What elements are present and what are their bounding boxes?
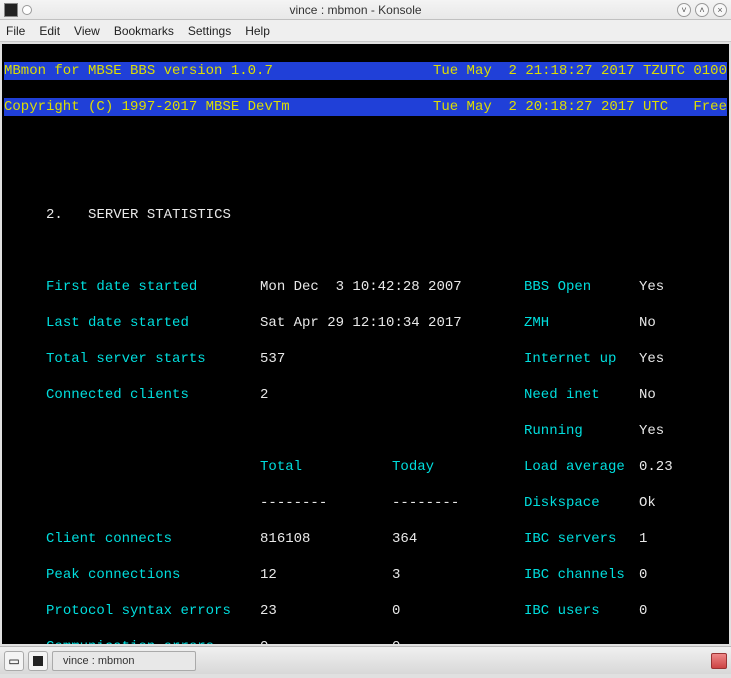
load-average-value: 0.23 bbox=[639, 459, 673, 475]
menu-edit[interactable]: Edit bbox=[39, 24, 60, 38]
total-server-starts-label: Total server starts bbox=[46, 350, 260, 368]
client-connects-label: Client connects bbox=[46, 530, 260, 548]
ibc-users-value: 0 bbox=[639, 603, 647, 619]
titlebar: vince : mbmon - Konsole ˅ ˄ × bbox=[0, 0, 731, 20]
running-value: Yes bbox=[639, 423, 664, 439]
header-app-version: MBmon for MBSE BBS version 1.0.7 bbox=[4, 62, 273, 80]
protocol-syntax-errors-total: 23 bbox=[260, 602, 392, 620]
column-header-today: Today bbox=[392, 459, 434, 475]
peak-connections-label: Peak connections bbox=[46, 566, 260, 584]
taskbar-task[interactable]: vince : mbmon bbox=[52, 651, 196, 671]
ibc-channels-label: IBC channels bbox=[524, 566, 639, 584]
taskbar-terminal-icon[interactable] bbox=[28, 651, 48, 671]
app-icon bbox=[4, 3, 18, 17]
menubar: File Edit View Bookmarks Settings Help bbox=[0, 20, 731, 42]
zmh-value: No bbox=[639, 315, 656, 331]
section-title: SERVER STATISTICS bbox=[88, 207, 231, 223]
first-date-started-value: Mon Dec 3 10:42:28 2007 bbox=[260, 279, 462, 295]
header-clock-utc: Tue May 2 20:18:27 2017 UTC Free bbox=[433, 98, 727, 116]
close-button[interactable]: × bbox=[713, 3, 727, 17]
load-average-label: Load average bbox=[524, 458, 639, 476]
maximize-button[interactable]: ˄ bbox=[695, 3, 709, 17]
running-label: Running bbox=[524, 422, 639, 440]
ibc-servers-label: IBC servers bbox=[524, 530, 639, 548]
menu-bookmarks[interactable]: Bookmarks bbox=[114, 24, 174, 38]
bbs-open-label: BBS Open bbox=[524, 278, 639, 296]
menu-help[interactable]: Help bbox=[245, 24, 270, 38]
need-inet-value: No bbox=[639, 387, 656, 403]
ibc-channels-value: 0 bbox=[639, 567, 647, 583]
zmh-label: ZMH bbox=[524, 314, 639, 332]
taskbar-task-label: vince : mbmon bbox=[63, 655, 135, 667]
connected-clients-value: 2 bbox=[260, 387, 268, 403]
last-date-started-label: Last date started bbox=[46, 314, 260, 332]
internet-up-label: Internet up bbox=[524, 350, 639, 368]
first-date-started-label: First date started bbox=[46, 278, 260, 296]
section-number: 2. bbox=[46, 207, 63, 223]
window-title: vince : mbmon - Konsole bbox=[38, 3, 673, 17]
need-inet-label: Need inet bbox=[524, 386, 639, 404]
peak-connections-total: 12 bbox=[260, 566, 392, 584]
desktop-icon: ▭ bbox=[8, 654, 19, 668]
rule-total: -------- bbox=[260, 494, 392, 512]
menu-settings[interactable]: Settings bbox=[188, 24, 231, 38]
communication-errors-today: 0 bbox=[392, 639, 400, 644]
header-copyright: Copyright (C) 1997-2017 MBSE DevTm bbox=[4, 98, 290, 116]
ibc-servers-value: 1 bbox=[639, 531, 647, 547]
column-header-total: Total bbox=[260, 458, 392, 476]
client-connects-today: 364 bbox=[392, 531, 417, 547]
internet-up-value: Yes bbox=[639, 351, 664, 367]
peak-connections-today: 3 bbox=[392, 567, 400, 583]
client-connects-total: 816108 bbox=[260, 530, 392, 548]
taskbar: ▭ vince : mbmon bbox=[0, 646, 731, 674]
header-clock-tzutc: Tue May 2 21:18:27 2017 TZUTC 0100 bbox=[433, 62, 727, 80]
minimize-button[interactable]: ˅ bbox=[677, 3, 691, 17]
menu-view[interactable]: View bbox=[74, 24, 100, 38]
diskspace-value: Ok bbox=[639, 495, 656, 511]
communication-errors-total: 0 bbox=[260, 638, 392, 644]
terminal-icon bbox=[33, 656, 43, 666]
show-desktop-button[interactable]: ▭ bbox=[4, 651, 24, 671]
last-date-started-value: Sat Apr 29 12:10:34 2017 bbox=[260, 315, 462, 331]
ibc-users-label: IBC users bbox=[524, 602, 639, 620]
tray-icon[interactable] bbox=[711, 653, 727, 669]
terminal[interactable]: MBmon for MBSE BBS version 1.0.7 Tue May … bbox=[2, 44, 729, 644]
total-server-starts-value: 537 bbox=[260, 351, 285, 367]
menu-file[interactable]: File bbox=[6, 24, 25, 38]
protocol-syntax-errors-today: 0 bbox=[392, 603, 400, 619]
bbs-open-value: Yes bbox=[639, 279, 664, 295]
rule-today: -------- bbox=[392, 495, 459, 511]
session-dot bbox=[22, 5, 32, 15]
diskspace-label: Diskspace bbox=[524, 494, 639, 512]
communication-errors-label: Communication errors bbox=[46, 638, 260, 644]
connected-clients-label: Connected clients bbox=[46, 386, 260, 404]
protocol-syntax-errors-label: Protocol syntax errors bbox=[46, 602, 260, 620]
